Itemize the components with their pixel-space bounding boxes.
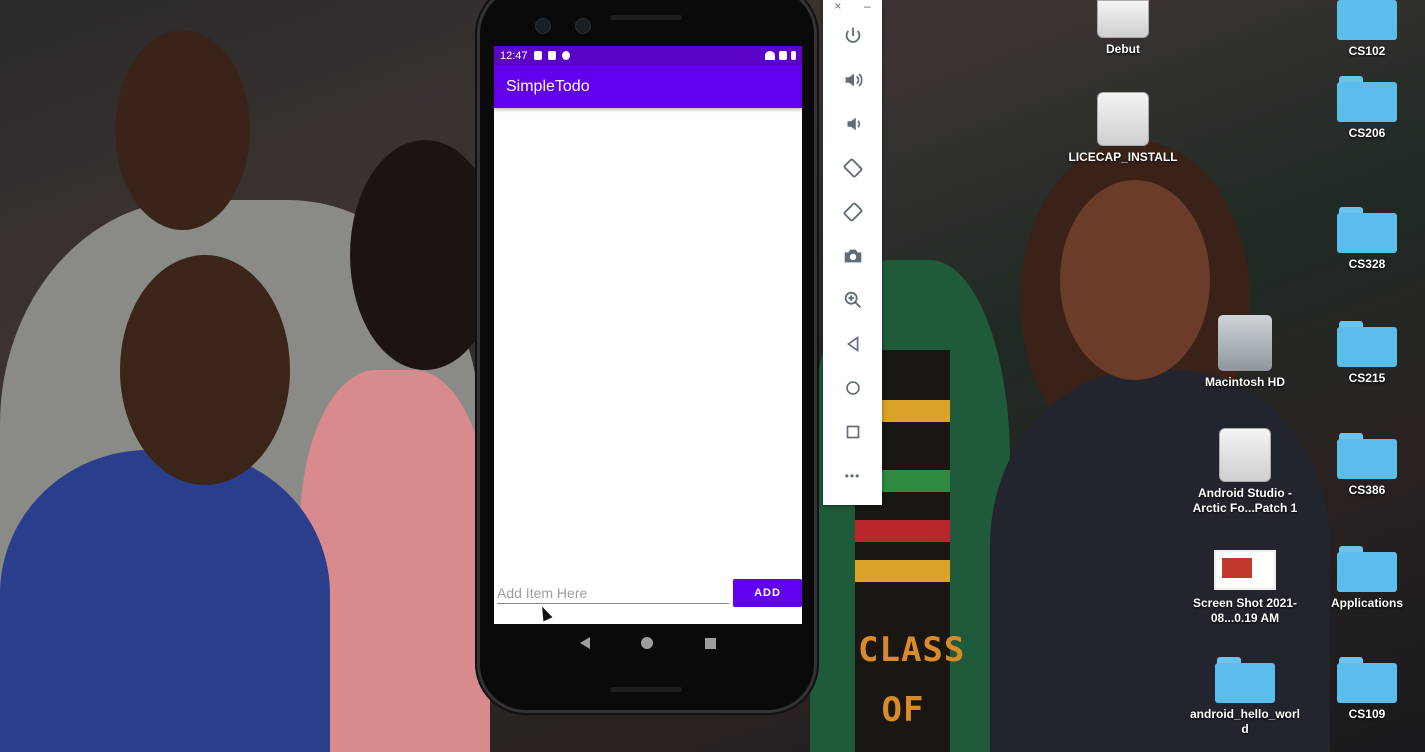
power-button[interactable]: [823, 14, 882, 58]
desktop-icon-label: android_hello_world: [1189, 707, 1300, 736]
screenshot-thumbnail-icon: [1214, 550, 1276, 590]
sd-card-icon: [547, 51, 556, 60]
sync-icon: [561, 51, 570, 60]
folder-icon: [1337, 321, 1397, 367]
wallpaper-person-2: [0, 450, 330, 752]
desktop-icon-cs328[interactable]: CS328: [1302, 207, 1425, 272]
overview-button[interactable]: [823, 410, 882, 454]
desktop-icon-cs386[interactable]: CS386: [1302, 433, 1425, 498]
stole-text: CLASS OF: [858, 620, 966, 740]
minimize-icon[interactable]: –: [864, 0, 871, 14]
stole-text-class: CLASS: [858, 630, 966, 670]
folder-icon: [1215, 657, 1275, 703]
more-icon: •••: [844, 469, 861, 483]
hard-drive-icon: [1218, 315, 1272, 371]
home-button[interactable]: [823, 366, 882, 410]
desktop-icon-label: Screen Shot 2021-08...0.19 AM: [1192, 596, 1298, 625]
desktop-icon-applications[interactable]: Applications: [1302, 546, 1425, 611]
volume-down-icon: [847, 117, 860, 131]
desktop-icon-label: CS206: [1348, 126, 1386, 140]
folder-icon: [1337, 0, 1397, 40]
desktop-icon-cs102[interactable]: CS102: [1302, 0, 1425, 59]
app-title: SimpleTodo: [506, 77, 590, 95]
nav-recents-icon[interactable]: [705, 637, 717, 649]
zoom-icon: [844, 291, 861, 308]
app-bar: SimpleTodo: [494, 65, 802, 108]
desktop-icon-label: CS215: [1348, 371, 1386, 385]
desktop-icon-label: Applications: [1330, 596, 1403, 610]
desktop-icon-label: CS102: [1348, 44, 1386, 58]
signal-icon: [779, 51, 787, 60]
drive-icon: [1097, 0, 1149, 38]
wallpaper-person-2-head: [120, 255, 290, 485]
desktop-icon-debut[interactable]: Debut: [1058, 0, 1188, 57]
wifi-icon: [765, 51, 775, 60]
stole-stripe: [855, 520, 950, 542]
nav-back-icon[interactable]: [579, 637, 590, 649]
desktop-icon-licecap[interactable]: LICECAP_INSTALL: [1058, 92, 1188, 165]
back-icon: [846, 335, 858, 353]
add-item-input[interactable]: [497, 583, 729, 604]
bottom-speaker: [610, 687, 682, 692]
status-bar: 12:47: [494, 46, 802, 65]
power-icon: [845, 27, 860, 43]
close-icon[interactable]: ×: [834, 0, 841, 14]
battery-icon: [791, 51, 796, 60]
emulator-window-controls: × –: [823, 0, 882, 14]
desktop-icon-label: CS386: [1348, 483, 1386, 497]
wallpaper-person-3-hair: [350, 140, 500, 370]
screenshot-button[interactable]: [823, 234, 882, 278]
volume-up-icon: [845, 73, 863, 87]
more-button[interactable]: •••: [823, 454, 882, 498]
rotate-right-icon: [843, 202, 862, 222]
home-icon: [845, 381, 860, 395]
rotate-left-button[interactable]: [823, 146, 882, 190]
stole-text-of: OF: [881, 690, 925, 730]
nav-home-icon[interactable]: [641, 637, 654, 649]
emulator-phone-frame: 12:47 SimpleTodo ADD: [480, 0, 814, 710]
front-sensor-icon: [575, 18, 591, 34]
folder-icon: [1337, 657, 1397, 703]
stole-stripe: [855, 560, 950, 582]
status-time: 12:47: [500, 49, 528, 62]
folder-icon: [1337, 76, 1397, 122]
drive-icon: [1219, 428, 1271, 482]
front-camera-icon: [535, 18, 551, 34]
desktop-icon-label: Debut: [1106, 42, 1140, 56]
volume-down-button[interactable]: [823, 102, 882, 146]
android-nav-bar: [494, 622, 802, 664]
wallpaper-person-1-head: [115, 30, 250, 230]
emulator-toolbar: × – •••: [823, 0, 882, 505]
desktop-icon-label: CS109: [1348, 707, 1386, 721]
zoom-button[interactable]: [823, 278, 882, 322]
desktop-icon-label: Android Studio - Arctic Fo...Patch 1: [1192, 486, 1298, 515]
status-right-icons: [765, 51, 796, 60]
earpiece-speaker: [610, 15, 682, 20]
desktop-icon-label: CS328: [1348, 257, 1386, 271]
overview-icon: [846, 425, 859, 439]
desktop-icon-screen-shot[interactable]: Screen Shot 2021-08...0.19 AM: [1180, 542, 1310, 626]
shield-icon: [533, 51, 542, 60]
back-button[interactable]: [823, 322, 882, 366]
desktop-icon-cs215[interactable]: CS215: [1302, 321, 1425, 386]
desktop-icon-label: Macintosh HD: [1204, 375, 1285, 389]
desktop-icon-android-studio[interactable]: Android Studio - Arctic Fo...Patch 1: [1180, 428, 1310, 516]
todo-list[interactable]: [494, 108, 802, 562]
volume-up-button[interactable]: [823, 58, 882, 102]
rotate-left-icon: [843, 158, 862, 178]
rotate-right-button[interactable]: [823, 190, 882, 234]
phone-screen: 12:47 SimpleTodo ADD: [494, 46, 802, 624]
desktop-icon-cs206[interactable]: CS206: [1302, 76, 1425, 141]
add-item-row: ADD: [494, 571, 802, 607]
camera-icon: [844, 249, 861, 263]
desktop-icon-android-hello-world[interactable]: android_hello_world: [1180, 657, 1310, 737]
drive-icon: [1097, 92, 1149, 146]
folder-icon: [1337, 433, 1397, 479]
desktop-icon-cs109[interactable]: CS109: [1302, 657, 1425, 722]
folder-icon: [1337, 207, 1397, 253]
desktop-icon-macintosh-hd[interactable]: Macintosh HD: [1180, 315, 1310, 390]
desktop-icon-label: LICECAP_INSTALL: [1068, 150, 1178, 164]
add-button[interactable]: ADD: [733, 579, 802, 607]
applications-folder-icon: [1337, 546, 1397, 592]
